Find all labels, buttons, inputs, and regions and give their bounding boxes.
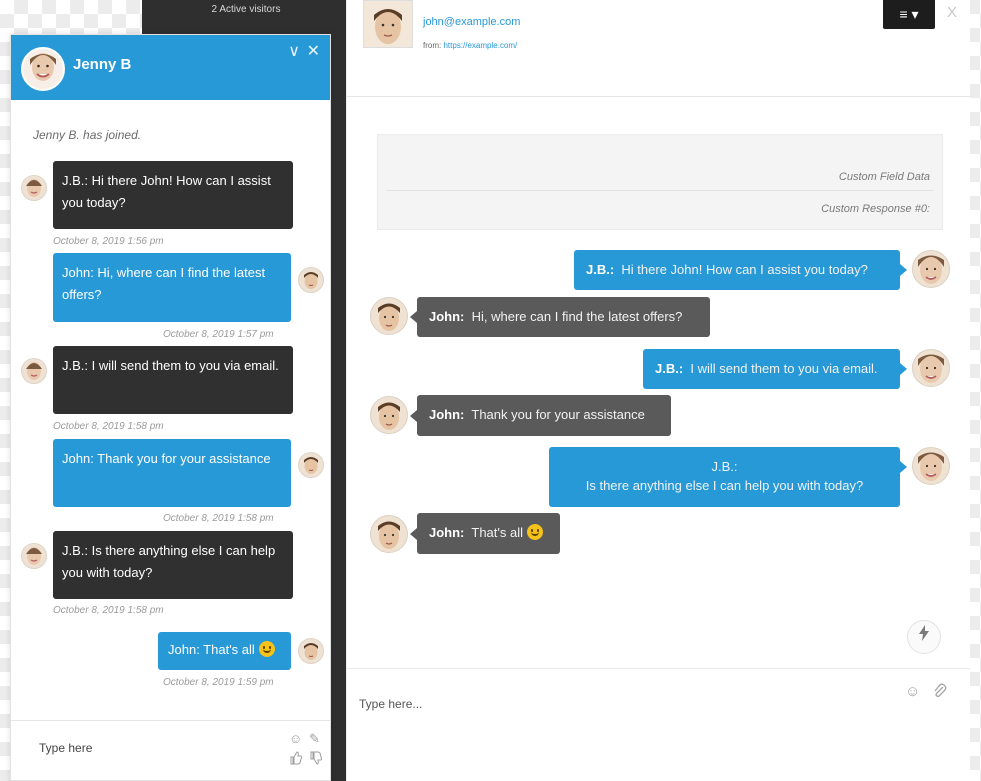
smiley-emoji-icon xyxy=(258,641,275,657)
widget-title: Jenny B xyxy=(73,56,132,73)
divider xyxy=(386,190,934,191)
close-button[interactable]: ✕ xyxy=(307,43,320,61)
joined-notice: Jenny B. has joined. xyxy=(33,128,142,142)
agent-avatar-small xyxy=(21,175,47,201)
agent-avatar-small xyxy=(21,358,47,384)
bubble-tail xyxy=(410,528,417,540)
message-text: Hi, where can I find the latest offers? xyxy=(471,309,683,324)
agent-face-icon xyxy=(23,49,63,89)
chat-widget: Jenny B ∨ ✕ Jenny B. has joined. J.B.: H… xyxy=(10,34,331,781)
user-avatar-small xyxy=(298,638,324,664)
active-visitors-label: 2 Active visitors xyxy=(211,4,281,15)
panel-message-input[interactable]: Type here... xyxy=(359,697,422,711)
agent-message-bubble: J.B.: Hi there John! How can I assist yo… xyxy=(53,161,293,229)
sender-name: J.B.: xyxy=(711,459,738,474)
visitor-email[interactable]: john@example.com xyxy=(423,16,520,28)
widget-message-list[interactable]: Jenny B. has joined. J.B.: Hi there John… xyxy=(11,100,330,720)
visitor-avatar-small xyxy=(370,297,408,335)
minimize-button[interactable]: ∨ xyxy=(288,43,300,61)
visitor-message-bubble: John: That's all xyxy=(417,513,560,554)
bubble-tail xyxy=(900,264,907,276)
bolt-icon xyxy=(919,625,929,641)
custom-fields-box: Custom Field Data Custom Response #0: xyxy=(377,134,943,230)
agent-message-bubble: J.B.: Is there anything else I can help … xyxy=(53,531,293,599)
message-text: Is there anything else I can help you wi… xyxy=(585,478,864,493)
sender-name: John: xyxy=(429,407,465,422)
message-text: Thank you for your assistance xyxy=(471,407,645,422)
agent-avatar xyxy=(912,447,950,485)
panel-input-bar: Type here... ☺ xyxy=(347,668,970,737)
message-text: That's all xyxy=(471,525,524,540)
attach-icon[interactable]: ✎ xyxy=(309,731,320,747)
message-timestamp: October 8, 2019 1:57 pm xyxy=(163,329,274,340)
agent-avatar xyxy=(912,349,950,387)
user-message-text: John: That's all xyxy=(168,642,255,657)
visitor-message-bubble: John: Thank you for your assistance xyxy=(417,395,671,436)
visitor-avatar-small xyxy=(370,396,408,434)
conversation-panel: john@example.com from: https://example.c… xyxy=(346,0,970,781)
widget-message-input[interactable]: Type here xyxy=(39,741,92,755)
user-avatar-small xyxy=(298,452,324,478)
message-timestamp: October 8, 2019 1:56 pm xyxy=(53,236,164,247)
user-message-bubble: John: Thank you for your assistance xyxy=(53,439,291,507)
thumbs-down-icon[interactable] xyxy=(309,751,323,768)
sender-name: John: xyxy=(429,309,465,324)
message-timestamp: October 8, 2019 1:58 pm xyxy=(163,513,274,524)
visitor-message-bubble: John: Hi, where can I find the latest of… xyxy=(417,297,710,337)
agent-avatar xyxy=(21,47,65,91)
emoji-icon[interactable]: ☺ xyxy=(289,731,302,746)
emoji-icon[interactable]: ☺ xyxy=(905,683,920,700)
visitor-header: john@example.com from: https://example.c… xyxy=(347,0,970,97)
message-text: Hi there John! How can I assist you toda… xyxy=(621,262,868,277)
visitor-source: from: https://example.com/ xyxy=(423,41,517,50)
bubble-tail xyxy=(900,461,907,473)
message-text: I will send them to you via email. xyxy=(690,361,878,376)
from-label: from: xyxy=(423,41,442,50)
widget-header: Jenny B ∨ ✕ xyxy=(11,35,330,100)
panel-close-button[interactable]: X xyxy=(947,4,957,21)
visitor-avatar xyxy=(363,0,413,48)
sender-name: J.B.: xyxy=(655,361,684,376)
bubble-tail xyxy=(410,410,417,422)
user-message-bubble: John: That's all xyxy=(158,632,291,670)
agent-avatar-small xyxy=(21,543,47,569)
message-timestamp: October 8, 2019 1:58 pm xyxy=(53,605,164,616)
widget-input-bar: Type here ☺ ✎ xyxy=(11,720,330,780)
agent-avatar xyxy=(912,250,950,288)
agent-message-bubble: J.B.: Hi there John! How can I assist yo… xyxy=(574,250,900,290)
user-message-bubble: John: Hi, where can I find the latest of… xyxy=(53,253,291,322)
agent-message-bubble: J.B.: I will send them to you via email. xyxy=(643,349,900,389)
smiley-emoji-icon xyxy=(527,524,544,540)
custom-field-data: Custom Field Data xyxy=(838,171,930,183)
bubble-tail xyxy=(410,311,417,323)
thumbs-up-icon[interactable] xyxy=(289,751,303,768)
bubble-tail xyxy=(900,363,907,375)
sender-name: John: xyxy=(429,525,465,540)
custom-response: Custom Response #0: xyxy=(821,203,930,215)
message-timestamp: October 8, 2019 1:58 pm xyxy=(53,421,164,432)
attach-icon[interactable] xyxy=(933,683,947,703)
user-avatar-small xyxy=(298,267,324,293)
quick-response-bolt-button[interactable] xyxy=(907,620,941,654)
agent-message-bubble: J.B.: Is there anything else I can help … xyxy=(549,447,900,507)
message-timestamp: October 8, 2019 1:59 pm xyxy=(163,677,274,688)
sender-name: J.B.: xyxy=(586,262,615,277)
agent-message-bubble: J.B.: I will send them to you via email. xyxy=(53,346,293,414)
source-url-link[interactable]: https://example.com/ xyxy=(443,41,517,50)
menu-dropdown-button[interactable]: ≡ ▾ xyxy=(883,0,935,29)
visitor-avatar-small xyxy=(370,515,408,553)
